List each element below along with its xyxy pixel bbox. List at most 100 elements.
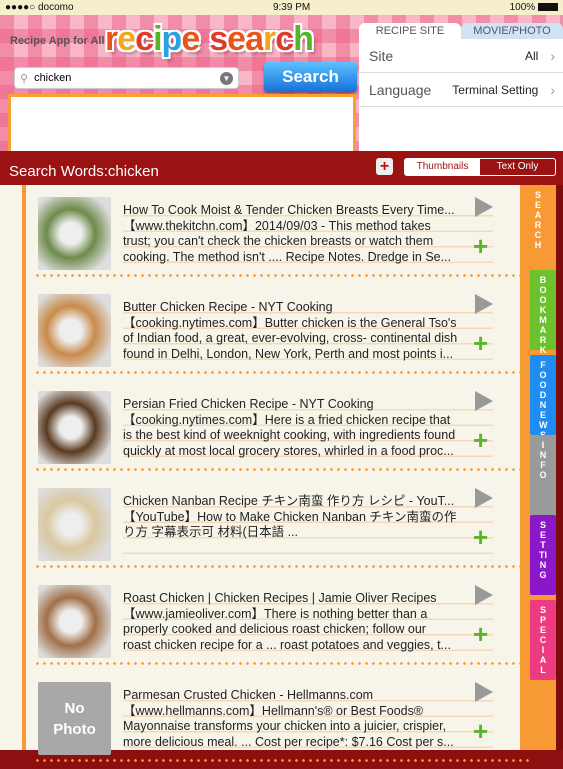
time: 9:39 PM	[272, 2, 311, 13]
logo-letter: r	[263, 20, 276, 58]
result-title[interactable]: Persian Fried Chicken Recipe - NYT Cooki…	[123, 397, 463, 413]
snippet-line: 【www.hellmanns.com】Hellmann's® or Best F…	[123, 703, 424, 718]
search-icon: ⚲	[20, 72, 29, 85]
logo-letter: p	[161, 20, 183, 58]
search-button[interactable]: Search	[264, 62, 357, 92]
dotted-divider	[34, 662, 529, 665]
settings-panel: RECIPE SITE MOVIE/PHOTO Site All › Languag…	[359, 23, 563, 157]
result-item[interactable]: Roast Chicken | Chicken Recipes | Jamie …	[26, 575, 531, 672]
side-tab-special[interactable]: SPECIAL	[530, 600, 556, 680]
side-tab-info[interactable]: INFO	[530, 435, 556, 515]
battery: 100%	[510, 2, 558, 13]
thumbnail[interactable]	[38, 585, 111, 658]
logo-letter: e	[227, 20, 246, 58]
left-strip	[0, 185, 22, 750]
language-row[interactable]: Language Terminal Setting ›	[359, 73, 563, 107]
site-label: Site	[369, 47, 394, 64]
thumbnails-button[interactable]: Thumbnails	[405, 159, 480, 175]
header: Recipe App for All recipe search ⚲ chick…	[0, 15, 563, 158]
text-only-button[interactable]: Text Only	[480, 159, 555, 175]
dotted-divider	[34, 759, 529, 762]
side-tab-search[interactable]: SEARCH	[520, 185, 556, 267]
result-item[interactable]: Persian Fried Chicken Recipe - NYT Cooki…	[26, 381, 531, 478]
snippet-line: 【cooking.nytimes.com】Here is a fried chi…	[123, 412, 451, 427]
dotted-divider	[34, 468, 529, 471]
side-tab-label: SEARCH	[534, 190, 542, 250]
thumbnail[interactable]	[38, 294, 111, 367]
add-button[interactable]: +	[376, 158, 393, 175]
snippet-line: quickly at most local grocery stores, wh…	[123, 443, 454, 458]
logo-letter: c	[275, 20, 294, 58]
thumbnail[interactable]	[38, 488, 111, 561]
side-tab-foodnews[interactable]: FOODNEWS	[530, 355, 556, 440]
search-input[interactable]: ⚲ chicken ▼	[14, 67, 239, 89]
side-tab-bookmark[interactable]: BOOKMARK	[530, 270, 556, 355]
tab-recipe-site[interactable]: RECIPE SITE	[359, 23, 461, 39]
add-bookmark-icon[interactable]: +	[473, 427, 488, 453]
site-value: All	[524, 48, 539, 63]
snippet-line: more delicious meal. ... Cost per recipe…	[123, 734, 454, 749]
play-icon[interactable]	[475, 391, 493, 411]
add-bookmark-icon[interactable]: +	[473, 524, 488, 550]
add-bookmark-icon[interactable]: +	[473, 718, 488, 744]
play-icon[interactable]	[475, 294, 493, 314]
result-item[interactable]: Chicken Nanban Recipe チキン南蛮 作り方 レシピ - Yo…	[26, 478, 531, 575]
logo-letter: r	[105, 20, 118, 58]
status-bar: ●●●●○ docomo 9:39 PM 100%	[0, 0, 563, 15]
logo-letter: i	[153, 20, 163, 58]
snippet-line: found in Delhi, London, New York, Perth …	[123, 346, 454, 361]
add-bookmark-icon[interactable]: +	[473, 233, 488, 259]
dropdown-icon[interactable]: ▼	[220, 72, 233, 85]
snippet-line: 【YouTube】How to Make Chicken Nanban チキン南…	[123, 509, 457, 524]
tab-movie-photo[interactable]: MOVIE/PHOTO	[461, 23, 563, 39]
side-tab-label: INFO	[539, 440, 547, 480]
snippet-line: Mayonnaise transforms your chicken into …	[123, 719, 447, 733]
result-title[interactable]: Parmesan Crusted Chicken - Hellmanns.com	[123, 688, 463, 704]
result-item[interactable]: How To Cook Moist & Tender Chicken Breas…	[26, 187, 531, 284]
side-tabs: SEARCH BOOKMARK FOODNEWSINFO SETTING SPECIAL	[520, 185, 556, 750]
logo-letter: h	[293, 20, 314, 58]
results-list: How To Cook Moist & Tender Chicken Breas…	[22, 185, 543, 762]
side-tab-label: SETTING	[539, 520, 547, 580]
snippet-line: 【cooking.nytimes.com】Butter chicken is t…	[123, 315, 457, 330]
snippet-line: of Indian food, a great, ever-evolving, …	[123, 331, 458, 345]
dotted-divider	[34, 371, 529, 374]
result-item[interactable]: No Photo Parmesan Crusted Chicken - Hellma…	[26, 672, 531, 769]
carrier: ●●●●○ docomo	[5, 2, 74, 13]
search-value: chicken	[34, 72, 72, 84]
battery-icon	[537, 3, 558, 12]
thumbnail[interactable]	[38, 197, 111, 270]
logo-letter: a	[245, 20, 264, 58]
result-item[interactable]: Butter Chicken Recipe - NYT Cooking 【cook…	[26, 284, 531, 381]
result-title[interactable]: How To Cook Moist & Tender Chicken Breas…	[123, 203, 463, 219]
snippet-line: properly cooked and delicious roast chic…	[123, 622, 426, 636]
play-icon[interactable]	[475, 488, 493, 508]
add-bookmark-icon[interactable]: +	[473, 621, 488, 647]
snippet-line: trust; you can't check the chicken breas…	[123, 234, 434, 248]
ad-banner	[8, 94, 356, 158]
play-icon[interactable]	[475, 585, 493, 605]
snippet-line: cooking. The method isn't .... Recipe No…	[123, 249, 452, 264]
logo-letter: s	[209, 20, 228, 58]
view-mode-toggle: Thumbnails Text Only	[404, 158, 556, 176]
dotted-divider	[34, 274, 529, 277]
result-title[interactable]: Roast Chicken | Chicken Recipes | Jamie …	[123, 591, 463, 607]
language-label: Language	[369, 81, 432, 98]
tagline: Recipe App for All	[10, 35, 105, 47]
snippet-line: 【www.thekitchn.com】2014/09/03 - This met…	[123, 218, 431, 233]
chevron-right-icon: ›	[550, 47, 555, 64]
play-icon[interactable]	[475, 197, 493, 217]
result-title[interactable]: Chicken Nanban Recipe チキン南蛮 作り方 レシピ - Yo…	[123, 494, 463, 510]
side-tab-label: SPECIAL	[539, 605, 547, 675]
dotted-divider	[34, 565, 529, 568]
play-icon[interactable]	[475, 682, 493, 702]
language-value: Terminal Setting	[452, 82, 539, 97]
no-photo-thumbnail: No Photo	[38, 682, 111, 755]
chevron-right-icon: ›	[550, 81, 555, 98]
site-row[interactable]: Site All ›	[359, 39, 563, 73]
snippet-line: roast chicken recipe for a ... roast pot…	[123, 637, 451, 652]
result-title[interactable]: Butter Chicken Recipe - NYT Cooking	[123, 300, 463, 316]
add-bookmark-icon[interactable]: +	[473, 330, 488, 356]
thumbnail[interactable]	[38, 391, 111, 464]
side-tab-setting[interactable]: SETTING	[530, 515, 556, 595]
